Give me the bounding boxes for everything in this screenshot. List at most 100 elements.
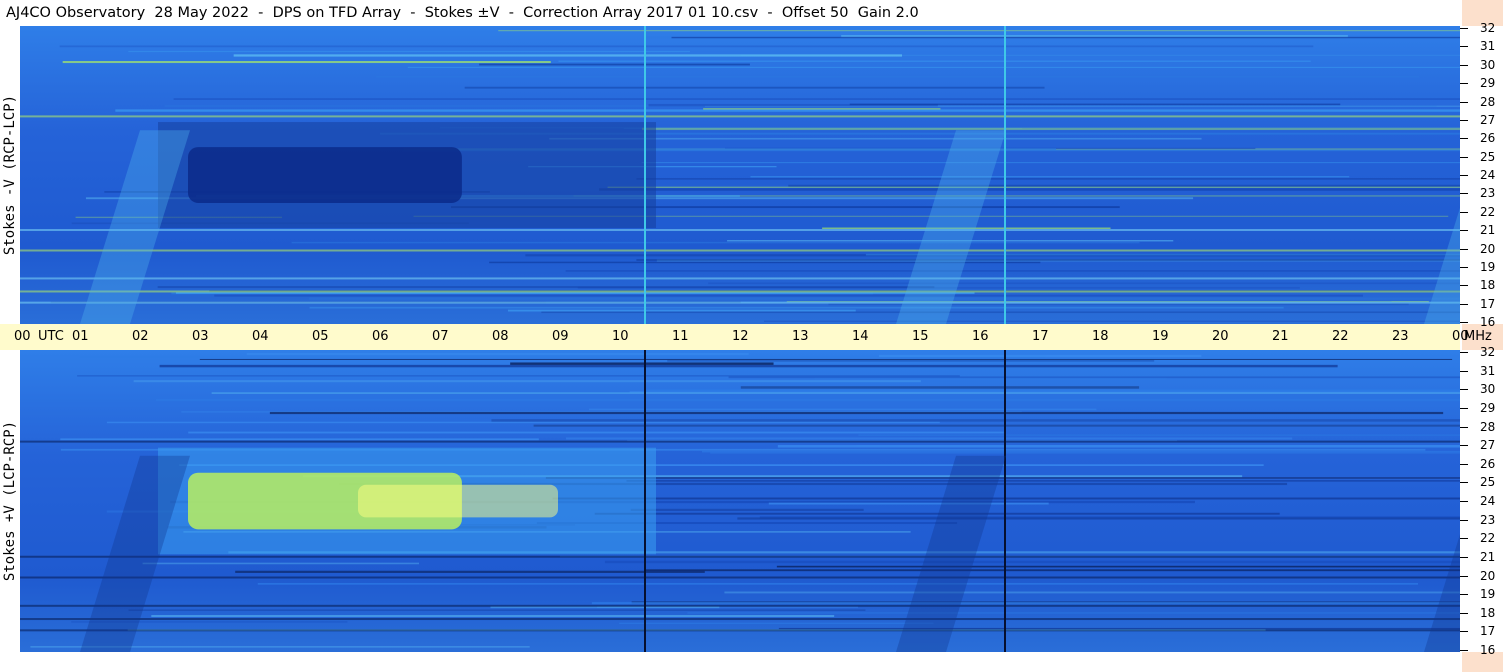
rfi-line [594, 512, 1280, 515]
rfi-line [763, 320, 1460, 322]
rfi-line [750, 175, 1350, 178]
rfi-line [644, 569, 1460, 572]
rfi-line [77, 375, 960, 377]
rfi-line [173, 98, 1460, 100]
interference-line [20, 249, 1460, 252]
time-axis: 00 UTC 01 02 03 04 05 06 07 08 09 10 11 12 13 14 15 16 17 1… [0, 324, 1492, 350]
freq-tick-label: 19 [1480, 587, 1496, 602]
freq-tick [1460, 266, 1468, 268]
rfi-line [214, 294, 1363, 297]
freq-tick-label: 30 [1480, 382, 1496, 397]
rfi-line [498, 29, 1460, 32]
freq-tick-label: 20 [1480, 568, 1496, 583]
interference-line [20, 555, 1460, 558]
rfi-line [645, 389, 1460, 392]
time-tick-label: 10 [612, 329, 629, 344]
freq-tick-label: 17 [1480, 624, 1496, 639]
time-tick-label: 21 [1272, 329, 1289, 344]
freq-axis-top: 32 31 30 29 28 27 26 25 24 23 22 21 20 19 18 17 16 [1460, 21, 1503, 329]
rfi-line [157, 286, 935, 289]
bottom-strip [0, 652, 1460, 672]
freq-tick [1460, 594, 1468, 596]
time-tick-label: 19 [1152, 329, 1169, 344]
rfi-line [776, 565, 1460, 568]
rfi-line [291, 241, 1140, 244]
rfi-line [588, 408, 1097, 411]
freq-tick-label: 24 [1480, 168, 1496, 182]
rfi-line [233, 54, 903, 57]
bottom-panel-ylabel: Stokes +V (LCP-RCP) [0, 350, 20, 652]
rfi-line [257, 583, 1419, 585]
time-tick-label: 08 [492, 329, 509, 344]
rfi-line [636, 259, 1460, 261]
rfi-line [777, 445, 1460, 448]
rfi-line [708, 282, 1460, 285]
rfi-line [710, 451, 1460, 454]
freq-tick [1460, 119, 1468, 121]
rfi-line [155, 399, 1460, 401]
freq-tick [1460, 138, 1468, 140]
time-tick-label: 00 [14, 329, 31, 344]
time-tick-label: 23 [1392, 329, 1409, 344]
rfi-line [788, 184, 1460, 187]
top-panel-ylabel: Stokes -V (RCP-LCP) [0, 26, 20, 324]
freq-tick [1460, 631, 1468, 633]
time-tick-label: 04 [252, 329, 269, 344]
freq-tick [1460, 426, 1468, 428]
rfi-line [507, 309, 856, 312]
rfi-line [60, 438, 539, 441]
freq-tick [1460, 556, 1468, 558]
freq-tick-label: 22 [1480, 531, 1496, 546]
freq-tick [1460, 175, 1468, 176]
time-tick-label: 13 [792, 329, 809, 344]
spectrogram-bottom [20, 350, 1460, 652]
time-tick-label: 22 [1332, 329, 1349, 344]
freq-tick-label: 23 [1480, 512, 1496, 527]
time-tick-label: 11 [672, 329, 689, 344]
time-tick-label: 06 [372, 329, 389, 344]
freq-tick-label: 28 [1480, 419, 1496, 434]
rfi-line [541, 311, 1460, 314]
freq-tick [1460, 46, 1468, 48]
interference-line [20, 604, 1460, 607]
rfi-line [878, 354, 1202, 358]
freq-tick [1460, 285, 1468, 287]
freq-tick-label: 29 [1480, 400, 1496, 415]
rfi-line [565, 270, 1460, 272]
spectrogram-top [20, 26, 1460, 324]
time-tick-label: 07 [432, 329, 449, 344]
emission-core [358, 484, 558, 518]
freq-tick-label: 18 [1480, 278, 1496, 293]
rfi-line [235, 570, 705, 573]
time-tick-label: 03 [192, 329, 209, 344]
freq-tick-label: 17 [1480, 296, 1496, 311]
time-marker-line [644, 350, 646, 652]
freq-tick [1460, 650, 1468, 651]
rfi-line [604, 560, 1460, 564]
rfi-line [128, 50, 690, 53]
freq-tick-label: 22 [1480, 204, 1496, 219]
rfi-line [479, 63, 750, 66]
freq-tick-label: 16 [1480, 315, 1496, 329]
interference-line [20, 629, 1460, 632]
rfi-line [309, 297, 1460, 300]
interference-line [20, 290, 1460, 293]
freq-tick [1460, 193, 1468, 195]
spectrogram-top-panel [20, 26, 1460, 324]
time-tick-label: 15 [912, 329, 929, 344]
freq-tick-label: 24 [1480, 494, 1496, 508]
rfi-line [607, 186, 1460, 188]
rfi-line [491, 419, 1460, 422]
rfi-line [106, 421, 940, 424]
freq-tick [1460, 575, 1468, 577]
time-tick-label: 12 [732, 329, 749, 344]
rfi-line [309, 306, 1284, 309]
rfi-line [199, 358, 1453, 360]
rfi-line [737, 517, 1460, 520]
interference-line [20, 301, 1460, 304]
rfi-line [188, 431, 1004, 434]
freq-tick-label: 25 [1480, 149, 1496, 164]
freq-tick-label: 23 [1480, 186, 1496, 201]
freq-tick [1460, 445, 1468, 447]
time-tick-label: 18 [1092, 329, 1109, 344]
